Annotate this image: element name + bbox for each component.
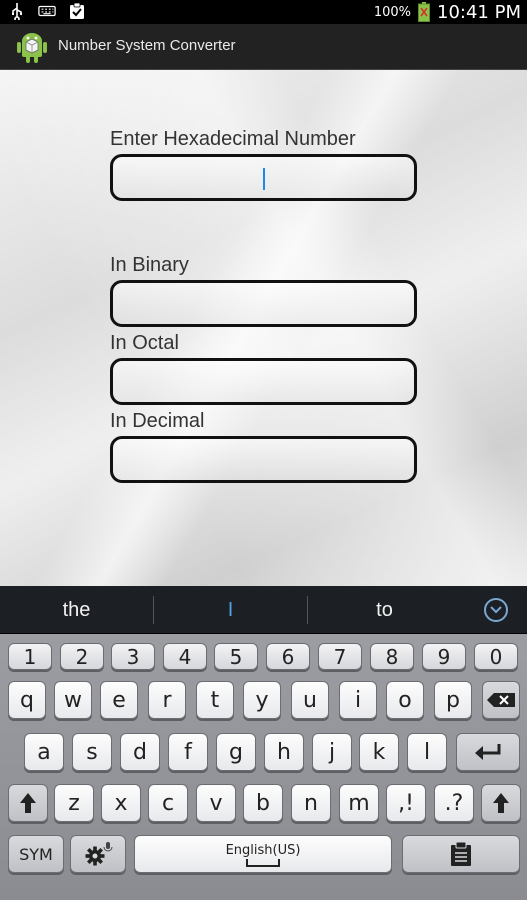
key-1[interactable]: 1 [8,643,52,670]
keyboard-icon [38,2,56,20]
key-c[interactable]: c [148,784,188,822]
suggestion-left[interactable]: the [0,586,153,634]
key-u[interactable]: u [291,681,329,719]
sym-key[interactable]: SYM [8,835,64,873]
key-s[interactable]: s [72,733,112,771]
chevron-down-icon[interactable] [484,598,508,622]
key-0[interactable]: 0 [474,643,518,670]
keyboard: 1 2 3 4 5 6 7 8 9 0 q w e r t y u i o p … [0,634,527,900]
key-7[interactable]: 7 [318,643,362,670]
binary-label: In Binary [110,254,189,276]
binary-output[interactable] [110,280,417,327]
key-z[interactable]: z [54,784,94,822]
key-n[interactable]: n [291,784,331,822]
hex-label: Enter Hexadecimal Number [110,128,356,150]
battery-percent: 100% [373,4,412,20]
key-4[interactable]: 4 [163,643,207,670]
suggestion-center[interactable]: I [154,586,307,634]
suggestion-strip: the I to [0,586,527,634]
key-j[interactable]: j [312,733,352,771]
key-d[interactable]: d [120,733,160,771]
space-bar-language: English(US) [225,842,301,858]
key-8[interactable]: 8 [370,643,414,670]
key-v[interactable]: v [196,784,236,822]
suggestion-right[interactable]: to [308,586,461,634]
key-l[interactable]: l [407,733,447,771]
decimal-output[interactable] [110,436,417,483]
settings-mic-icon[interactable] [70,835,126,873]
text-cursor [263,168,265,190]
battery-icon [415,2,433,22]
clipboard-check-icon [68,2,86,20]
key-5[interactable]: 5 [214,643,258,670]
octal-label: In Octal [110,332,179,354]
android-icon[interactable] [14,29,50,65]
key-2[interactable]: 2 [60,643,104,670]
key-k[interactable]: k [359,733,399,771]
key-9[interactable]: 9 [422,643,466,670]
key-p[interactable]: p [434,681,472,719]
key-y[interactable]: y [243,681,281,719]
key-f[interactable]: f [168,733,208,771]
key-a[interactable]: a [24,733,64,771]
backspace-icon[interactable] [482,681,520,719]
key-q[interactable]: q [8,681,46,719]
key-b[interactable]: b [243,784,283,822]
decimal-label: In Decimal [110,410,205,432]
key-h[interactable]: h [264,733,304,771]
key-w[interactable]: w [54,681,92,719]
clipboard-icon[interactable] [402,835,520,873]
key-t[interactable]: t [196,681,234,719]
key-x[interactable]: x [101,784,141,822]
status-bar: 100% 10:41 PM [0,0,527,24]
converter-form: Enter Hexadecimal Number In Binary In Oc… [0,70,527,586]
enter-icon[interactable] [456,733,520,771]
key-period[interactable]: .? [434,784,474,822]
space-bar[interactable]: English(US) [134,835,392,873]
shift-icon[interactable] [481,784,521,822]
key-i[interactable]: i [339,681,377,719]
key-r[interactable]: r [148,681,186,719]
key-o[interactable]: o [386,681,424,719]
octal-output[interactable] [110,358,417,405]
app-title: Number System Converter [58,37,236,54]
hex-input[interactable] [110,154,417,201]
key-comma[interactable]: ,! [386,784,426,822]
key-g[interactable]: g [216,733,256,771]
key-m[interactable]: m [339,784,379,822]
key-6[interactable]: 6 [266,643,310,670]
key-e[interactable]: e [100,681,138,719]
shift-icon[interactable] [8,784,48,822]
usb-icon [8,2,26,20]
clock: 10:41 PM [437,1,521,23]
key-3[interactable]: 3 [111,643,155,670]
action-bar: Number System Converter [0,24,527,70]
